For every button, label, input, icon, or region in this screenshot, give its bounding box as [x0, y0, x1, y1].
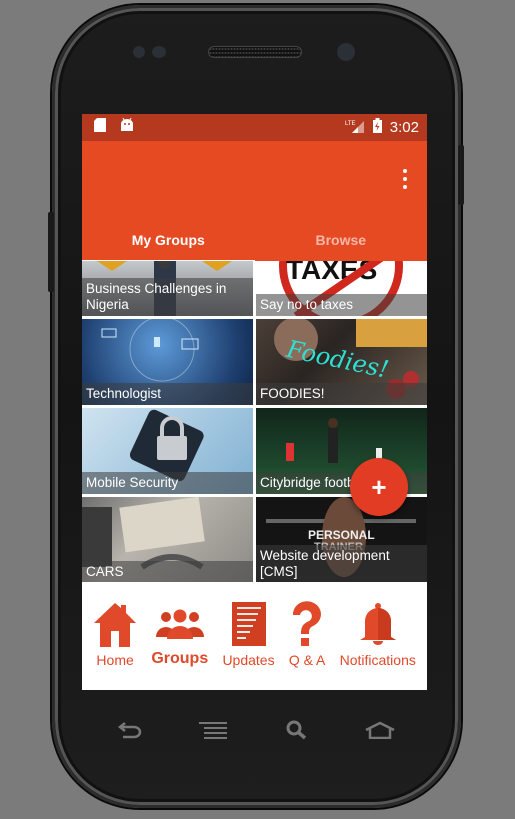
- proximity-sensor: [133, 46, 145, 58]
- document-icon: [231, 600, 266, 648]
- tab-my-groups[interactable]: My Groups: [82, 219, 255, 263]
- group-name: Website development [CMS]: [256, 545, 427, 582]
- front-camera: [337, 43, 355, 61]
- group-tile[interactable]: Foodies! FOODIES!: [256, 319, 427, 405]
- add-group-button[interactable]: +: [350, 458, 408, 516]
- nav-updates[interactable]: Updates: [222, 600, 275, 690]
- nav-qa[interactable]: Q & A: [289, 600, 325, 690]
- group-tile[interactable]: Mobile Security: [82, 408, 253, 494]
- group-tile[interactable]: TAXES Say no to taxes: [256, 261, 427, 316]
- group-name: Business Challenges in Nigeria: [82, 278, 253, 316]
- group-name: Technologist: [82, 383, 253, 405]
- tab-bar: My Groups Browse: [82, 219, 428, 263]
- groups-icon: [155, 600, 204, 648]
- hardware-keys: [110, 718, 400, 742]
- app-bar: My Groups Browse: [82, 141, 428, 263]
- svg-text:LTE: LTE: [345, 121, 356, 127]
- add-icon: +: [371, 471, 387, 502]
- more-vert-icon[interactable]: [401, 169, 409, 189]
- group-tile[interactable]: CARS: [82, 497, 253, 582]
- svg-text:PERSONAL: PERSONAL: [308, 528, 375, 542]
- question-icon: [290, 600, 324, 648]
- android-icon: [120, 117, 134, 137]
- lte-signal-icon: LTE: [345, 119, 365, 137]
- home-icon: [93, 600, 137, 648]
- sd-card-icon: [94, 118, 106, 137]
- group-tile[interactable]: Business Challenges in Nigeria: [82, 261, 253, 316]
- menu-key-icon[interactable]: [193, 718, 233, 742]
- earpiece-speaker: [208, 46, 302, 58]
- nav-groups[interactable]: Groups: [151, 600, 208, 690]
- group-name: CARS: [82, 561, 253, 582]
- status-bar: LTE 3:02: [82, 114, 427, 141]
- screen: LTE 3:02 My Groups Browse Business Chall…: [82, 114, 427, 690]
- group-name: Mobile Security: [82, 472, 253, 494]
- search-key-icon[interactable]: [277, 718, 317, 742]
- volume-button: [48, 212, 54, 292]
- group-name: Say no to taxes: [256, 294, 427, 316]
- group-name: FOODIES!: [256, 383, 427, 405]
- home-key-icon[interactable]: [360, 718, 400, 742]
- back-key-icon[interactable]: [110, 718, 150, 742]
- group-tile[interactable]: Technologist: [82, 319, 253, 405]
- bell-icon: [359, 600, 397, 648]
- nav-home[interactable]: Home: [93, 600, 137, 690]
- bottom-navigation: Home Groups Updates Q & A Notifications: [82, 582, 427, 690]
- groups-grid: Business Challenges in Nigeria TAXES Say…: [82, 261, 427, 582]
- clock: 3:02: [389, 119, 419, 136]
- group-tile[interactable]: PERSONALTRAINER Website development [CMS…: [256, 497, 427, 582]
- light-sensor: [152, 46, 166, 58]
- power-button: [458, 145, 464, 205]
- nav-notifications[interactable]: Notifications: [340, 600, 416, 690]
- tab-browse[interactable]: Browse: [255, 219, 428, 261]
- battery-charging-icon: [372, 118, 382, 137]
